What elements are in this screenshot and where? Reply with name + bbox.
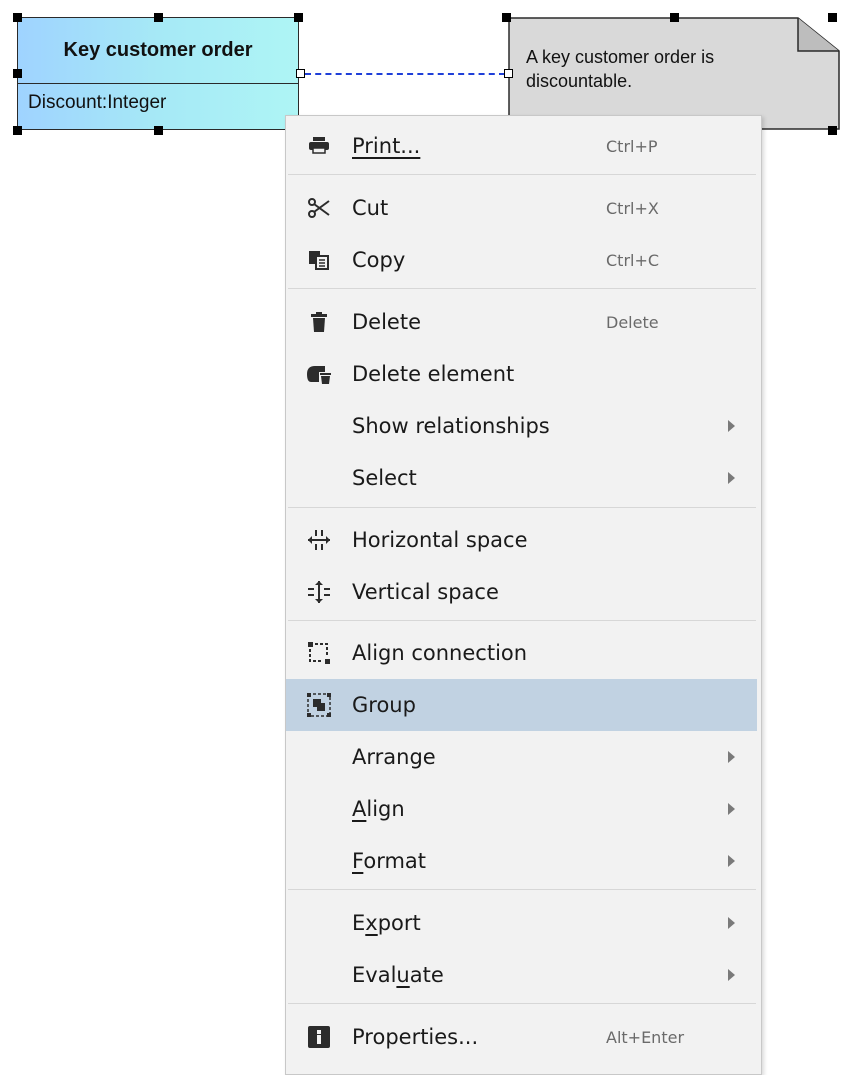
menu-shortcut: Delete	[606, 312, 659, 332]
menu-item-delete-element[interactable]: Delete element	[286, 348, 757, 400]
menu-label: Export	[352, 911, 421, 935]
menu-item-group[interactable]: Group	[286, 679, 757, 731]
menu-label: Horizontal space	[352, 528, 528, 552]
resize-handle[interactable]	[828, 13, 837, 22]
menu-item-format[interactable]: Format	[286, 835, 757, 887]
menu-separator	[288, 889, 756, 890]
printer-icon	[306, 133, 332, 159]
copy-icon	[306, 247, 332, 273]
menu-separator	[288, 507, 756, 508]
horizontal-space-icon	[306, 527, 332, 553]
menu-label: Cut	[352, 196, 389, 220]
resize-handle[interactable]	[13, 13, 22, 22]
menu-label: Select	[352, 466, 417, 490]
menu-item-cut[interactable]: Cut Ctrl+X	[286, 182, 757, 234]
menu-item-print[interactable]: Print... Ctrl+P	[286, 120, 757, 172]
menu-label: Align connection	[352, 641, 528, 665]
menu-label: Print...	[352, 134, 421, 158]
menu-label: Delete element	[352, 362, 515, 386]
group-icon	[306, 692, 332, 718]
menu-separator	[288, 620, 756, 621]
resize-handle[interactable]	[828, 126, 837, 135]
menu-shortcut: Alt+Enter	[606, 1027, 685, 1047]
menu-label: Show relationships	[352, 414, 550, 438]
resize-handle[interactable]	[154, 13, 163, 22]
submenu-arrow-icon	[728, 420, 735, 432]
context-menu: Print... Ctrl+P Cut Ctrl+X Copy Ctrl+C D…	[285, 115, 762, 1075]
submenu-arrow-icon	[728, 803, 735, 815]
resize-handle[interactable]	[154, 126, 163, 135]
menu-item-delete[interactable]: Delete Delete	[286, 296, 757, 348]
note-text: A key customer order is discountable.	[526, 45, 826, 93]
resize-handle[interactable]	[294, 13, 303, 22]
menu-item-export[interactable]: Export	[286, 897, 757, 949]
menu-separator	[288, 288, 756, 289]
menu-item-select[interactable]: Select	[286, 452, 757, 504]
menu-label: Copy	[352, 248, 406, 272]
menu-label: Evaluate	[352, 963, 444, 987]
menu-shortcut: Ctrl+C	[606, 250, 660, 270]
note-connector[interactable]	[305, 73, 505, 75]
menu-item-properties[interactable]: Properties... Alt+Enter	[286, 1011, 757, 1063]
menu-label: Arrange	[352, 745, 436, 769]
connector-endpoint[interactable]	[296, 69, 305, 78]
align-connection-icon	[306, 640, 332, 666]
menu-item-show-relationships[interactable]: Show relationships	[286, 400, 757, 452]
menu-item-copy[interactable]: Copy Ctrl+C	[286, 234, 757, 286]
resize-handle[interactable]	[13, 69, 22, 78]
connector-endpoint[interactable]	[504, 69, 513, 78]
diagram-canvas[interactable]: Key customer order Discount:Integer A ke…	[0, 0, 842, 1075]
class-attribute: Discount:Integer	[28, 92, 167, 113]
trash-icon	[306, 309, 332, 335]
resize-handle[interactable]	[670, 13, 679, 22]
menu-label: Group	[352, 693, 416, 717]
scissors-icon	[306, 195, 332, 221]
vertical-space-icon	[306, 579, 332, 605]
menu-item-evaluate[interactable]: Evaluate	[286, 949, 757, 1001]
note-element[interactable]: A key customer order is discountable.	[508, 17, 840, 130]
menu-label: Format	[352, 849, 427, 873]
menu-shortcut: Ctrl+X	[606, 198, 659, 218]
submenu-arrow-icon	[728, 969, 735, 981]
class-element[interactable]: Key customer order Discount:Integer	[17, 17, 299, 130]
class-name: Key customer order	[18, 18, 298, 84]
menu-item-align-connection[interactable]: Align connection	[286, 627, 757, 679]
submenu-arrow-icon	[728, 472, 735, 484]
menu-label: Properties...	[352, 1025, 479, 1049]
menu-separator	[288, 1003, 756, 1004]
info-icon	[306, 1024, 332, 1050]
menu-separator	[288, 174, 756, 175]
submenu-arrow-icon	[728, 917, 735, 929]
menu-label: Delete	[352, 310, 421, 334]
menu-item-align[interactable]: Align	[286, 783, 757, 835]
menu-shortcut: Ctrl+P	[606, 136, 658, 156]
menu-item-horizontal-space[interactable]: Horizontal space	[286, 514, 757, 566]
note-line: A key customer order is	[526, 47, 715, 67]
note-line: discountable.	[526, 71, 633, 91]
delete-element-icon	[306, 361, 332, 387]
menu-item-vertical-space[interactable]: Vertical space	[286, 566, 757, 618]
menu-item-arrange[interactable]: Arrange	[286, 731, 757, 783]
menu-label: Vertical space	[352, 580, 499, 604]
submenu-arrow-icon	[728, 855, 735, 867]
submenu-arrow-icon	[728, 751, 735, 763]
menu-label: Align	[352, 797, 405, 821]
resize-handle[interactable]	[13, 126, 22, 135]
resize-handle[interactable]	[502, 13, 511, 22]
